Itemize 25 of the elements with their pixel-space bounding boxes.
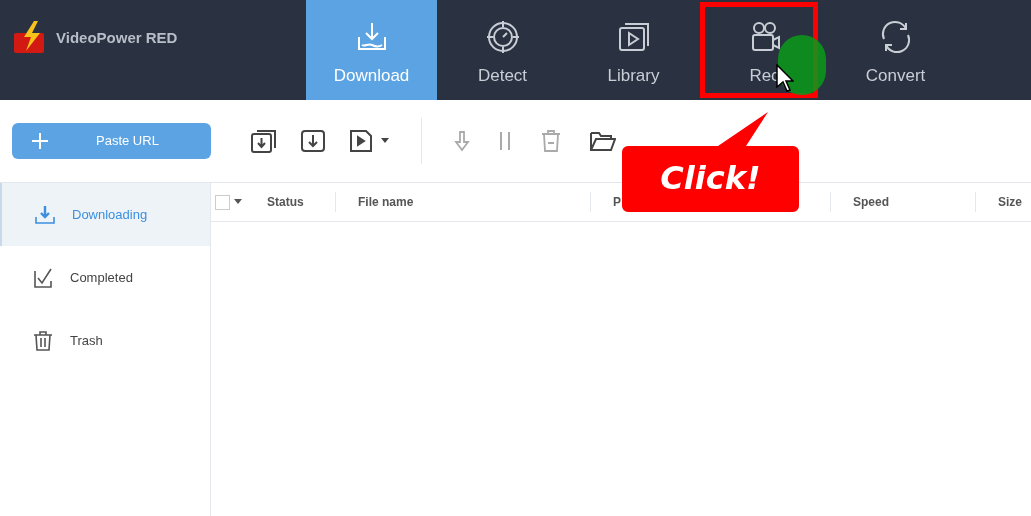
- column-header[interactable]: Size: [998, 193, 1022, 211]
- column-header[interactable]: Speed: [853, 193, 889, 211]
- column-header[interactable]: File name: [358, 193, 414, 211]
- callout: Click!: [622, 112, 799, 212]
- download-icon: [34, 203, 56, 226]
- caret-icon[interactable]: [234, 199, 242, 205]
- video-file-icon[interactable]: [349, 129, 373, 153]
- target-icon: [484, 19, 521, 56]
- sidebar-item[interactable]: Trash: [0, 309, 210, 372]
- cursor-icon: [776, 64, 794, 92]
- select-all-checkbox[interactable]: [215, 194, 230, 210]
- folder-icon[interactable]: [590, 131, 616, 151]
- nav-tab[interactable]: Convert: [830, 0, 961, 100]
- column-header[interactable]: Status: [267, 193, 304, 211]
- column-header[interactable]: P: [613, 193, 621, 211]
- app-name: VideoPower RED: [56, 27, 178, 48]
- nav-tab[interactable]: Library: [568, 0, 699, 100]
- trash-icon: [32, 329, 54, 352]
- download-icon[interactable]: [301, 130, 325, 152]
- batch-download-icon[interactable]: [251, 129, 277, 153]
- caret-icon[interactable]: [381, 138, 389, 144]
- nav-tab[interactable]: Detect: [437, 0, 568, 100]
- checked-document-icon: [32, 266, 54, 289]
- plus-icon: [32, 133, 48, 149]
- sidebar-item[interactable]: Completed: [0, 246, 210, 309]
